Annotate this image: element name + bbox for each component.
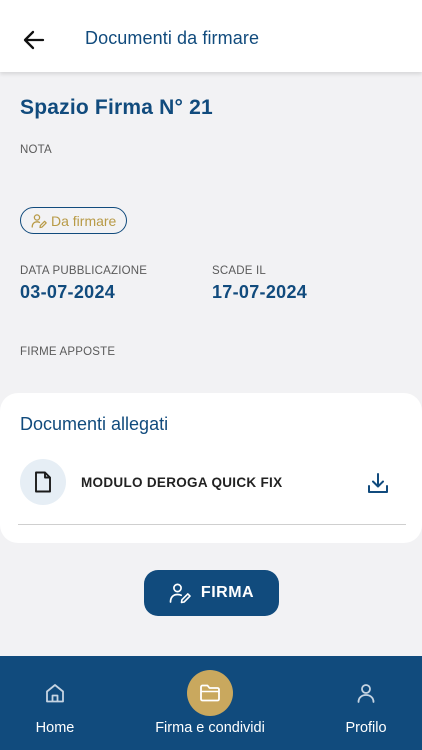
sign-pen-icon [169, 583, 191, 604]
sign-pen-icon [31, 213, 47, 228]
signatures-label: FIRME APPOSTE [20, 346, 116, 358]
nav-icon-container [187, 670, 233, 716]
back-button[interactable] [18, 26, 50, 54]
publication-date: 03-07-2024 [20, 282, 116, 302]
nav-item-sign-share[interactable]: Firma e condividi [145, 656, 275, 750]
nav-label-sign-share: Firma e condividi [155, 720, 265, 736]
download-icon [368, 473, 388, 493]
sign-button[interactable]: FIRMA [144, 570, 279, 616]
arrow-left-icon [23, 30, 45, 50]
document-icon [35, 471, 51, 493]
nav-label-home: Home [35, 720, 75, 736]
status-label: Da firmare [51, 212, 117, 229]
list-item[interactable]: MODULO DEROGA QUICK FIX [18, 459, 406, 525]
space-title: Spazio Firma N° 21 [20, 96, 213, 119]
sign-button-label: FIRMA [200, 584, 255, 601]
document-name: MODULO DEROGA QUICK FIX [81, 475, 283, 490]
app-header: Documenti da firmare [0, 0, 422, 72]
status-badge: Da firmare [20, 207, 128, 234]
attachments-title: Documenti allegati [20, 414, 169, 434]
bottom-navigation: Home Firma e condividi Profilo [0, 656, 422, 750]
nav-item-profile[interactable]: Profilo [331, 656, 401, 750]
user-icon [357, 684, 375, 703]
nav-icon-container [32, 670, 78, 716]
page-title: Documenti da firmare [85, 28, 260, 48]
publication-label: DATA PUBBLICAZIONE [20, 265, 148, 277]
nav-icon-container [343, 670, 389, 716]
expiry-date: 17-07-2024 [212, 282, 308, 302]
attachments-card: Documenti allegati MODULO DEROGA QUICK F… [0, 393, 422, 543]
nav-item-home[interactable]: Home [20, 656, 90, 750]
nav-label-profile: Profilo [345, 720, 387, 736]
note-label: NOTA [20, 144, 52, 156]
document-icon-container [20, 459, 66, 505]
home-icon [46, 684, 64, 703]
folder-icon [200, 684, 220, 702]
download-button[interactable] [364, 469, 392, 497]
expiry-label: SCADE IL [212, 265, 267, 277]
